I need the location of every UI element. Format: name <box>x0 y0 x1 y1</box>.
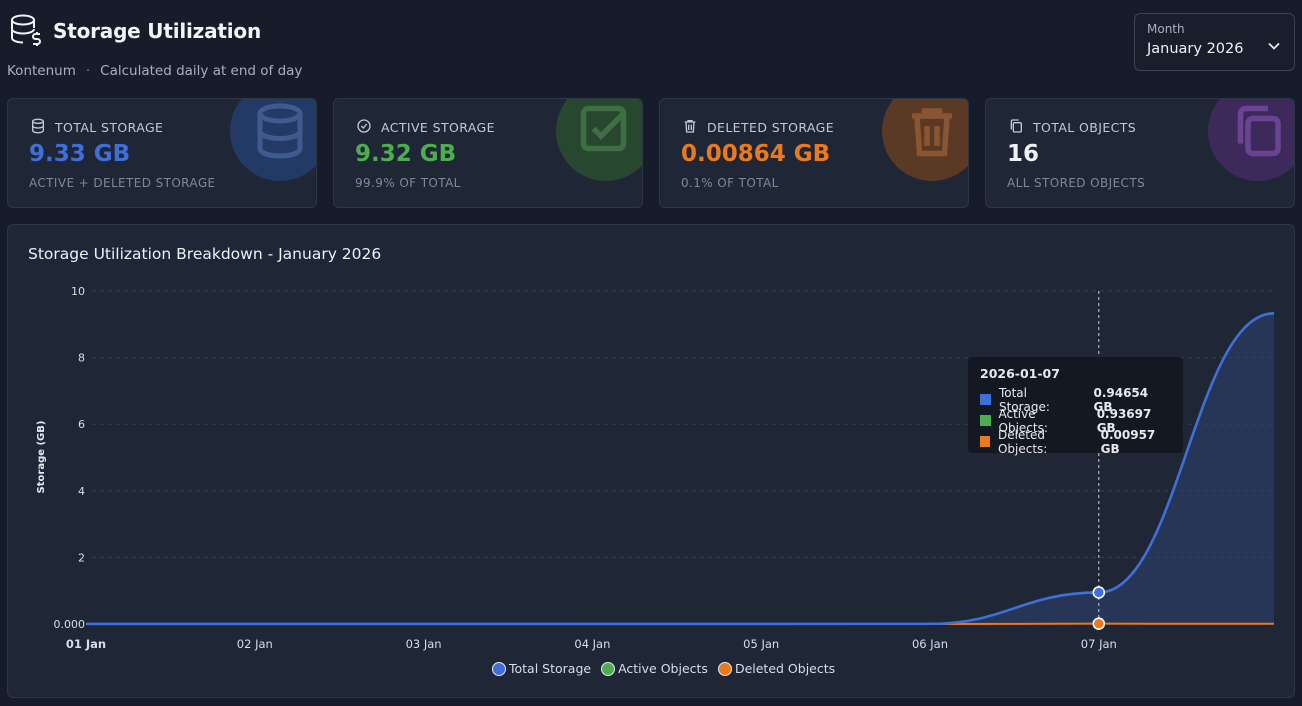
legend-item-active-objects[interactable]: Active Objects <box>601 661 708 676</box>
y-tick-label: 8 <box>78 352 85 365</box>
tooltip-row: Deleted Objects: 0.00957 GB <box>980 428 1171 456</box>
page-header: Storage Utilization Kontenum · Calculate… <box>7 12 302 79</box>
x-tick-label: 04 Jan <box>574 637 610 651</box>
chart-tooltip: 2026-01-07 Total Storage: 0.94654 GB Act… <box>968 357 1183 456</box>
check-square-icon <box>556 99 642 181</box>
legend-label: Active Objects <box>618 661 708 676</box>
database-icon <box>230 99 316 181</box>
y-tick-label: 4 <box>78 485 85 498</box>
card-active-storage: ACTIVE STORAGE 9.32 GB 99.9% OF TOTAL <box>333 98 643 208</box>
y-tick-label: 0.000 <box>54 618 86 631</box>
tooltip-swatch <box>980 436 990 447</box>
chevron-down-icon <box>1268 36 1280 55</box>
x-tick-label: 03 Jan <box>406 637 442 651</box>
tooltip-label: Deleted Objects: <box>997 427 1048 456</box>
x-tick-label: 07 Jan <box>1081 637 1117 651</box>
x-tick-label: 05 Jan <box>743 637 779 651</box>
legend-item-deleted-objects[interactable]: Deleted Objects <box>717 661 836 676</box>
card-subtext: 99.9% OF TOTAL <box>355 176 461 190</box>
point-deleted-objects <box>1092 617 1106 630</box>
card-deleted-storage: DELETED STORAGE 0.00864 GB 0.1% OF TOTAL <box>659 98 969 208</box>
x-tick-label: 01 Jan <box>66 637 106 651</box>
y-tick-label: 10 <box>71 285 85 298</box>
tooltip-swatch <box>980 415 991 426</box>
org-name: Kontenum <box>7 63 76 79</box>
legend-marker <box>601 661 616 676</box>
x-tick-label: 06 Jan <box>912 637 948 651</box>
tooltip-value: 0.00957 GB <box>1100 427 1156 456</box>
point-total-storage <box>1092 586 1106 599</box>
check-circle-icon <box>356 118 372 137</box>
tooltip-date: 2026-01-07 <box>980 366 1060 381</box>
card-label: ACTIVE STORAGE <box>381 120 495 135</box>
legend-label: Total Storage <box>509 661 592 676</box>
y-tick-label: 6 <box>78 418 85 431</box>
y-tick-label: 2 <box>78 551 85 564</box>
card-label: TOTAL OBJECTS <box>1033 120 1137 135</box>
card-subtext: 0.1% OF TOTAL <box>681 176 779 190</box>
legend-label: Deleted Objects <box>734 661 836 676</box>
page-title: Storage Utilization <box>53 19 262 43</box>
summary-cards: TOTAL STORAGE 9.33 GB ACTIVE + DELETED S… <box>7 98 1295 208</box>
x-tick-label: 02 Jan <box>237 637 273 651</box>
copy-icon <box>1008 118 1024 137</box>
card-value: 9.33 GB <box>29 141 131 167</box>
card-total-objects: TOTAL OBJECTS 16 ALL STORED OBJECTS <box>985 98 1295 208</box>
month-select-value: January 2026 <box>1147 41 1244 57</box>
chart-panel: Storage Utilization Breakdown - January … <box>7 224 1295 698</box>
database-icon <box>30 118 46 137</box>
card-label: DELETED STORAGE <box>707 120 835 135</box>
card-subtext: ACTIVE + DELETED STORAGE <box>29 176 216 190</box>
trash-icon <box>882 99 968 181</box>
storage-chart[interactable]: 0.000 2 4 6 8 10 Storage (GB) 01 Jan 02 Jan 03 Ja… <box>8 225 1296 699</box>
card-value: 9.32 GB <box>355 141 457 167</box>
database-dollar-icon <box>7 12 45 50</box>
separator: · <box>85 63 91 79</box>
legend-item-total-storage[interactable]: Total Storage <box>492 661 591 676</box>
trash-icon <box>682 118 698 137</box>
chart-legend: Total Storage Active Objects Deleted Obj… <box>492 661 835 676</box>
card-label: TOTAL STORAGE <box>55 120 164 135</box>
calc-note: Calculated daily at end of day <box>100 63 303 79</box>
tooltip-swatch <box>980 394 991 405</box>
card-value: 16 <box>1007 141 1040 167</box>
legend-marker <box>492 661 506 676</box>
copy-icon <box>1208 99 1294 181</box>
card-value: 0.00864 GB <box>681 141 831 167</box>
card-total-storage: TOTAL STORAGE 9.33 GB ACTIVE + DELETED S… <box>7 98 317 208</box>
legend-marker <box>717 661 732 676</box>
y-axis-label: Storage (GB) <box>36 421 47 494</box>
month-select-label: Month <box>1147 22 1185 36</box>
card-subtext: ALL STORED OBJECTS <box>1007 176 1146 190</box>
month-select[interactable]: Month January 2026 <box>1134 13 1295 71</box>
